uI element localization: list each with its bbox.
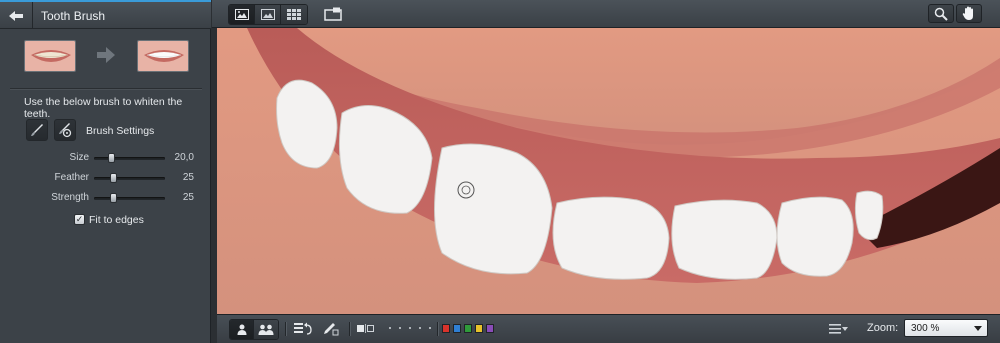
brush-size-dot[interactable] [419, 327, 421, 329]
size-value: 20,0 [174, 152, 194, 163]
before-after-view-icon [234, 9, 249, 20]
fit-to-edges-label[interactable]: Fit to edges [89, 214, 144, 226]
feather-label: Feather [54, 172, 89, 183]
brush-overlay-button[interactable] [321, 319, 341, 338]
pen-icon [324, 322, 339, 335]
undo-list-button[interactable] [293, 319, 313, 338]
hand-icon [962, 6, 973, 20]
strength-label: Strength [51, 192, 89, 203]
size-label: Size [69, 152, 89, 163]
divider [349, 322, 351, 336]
back-button[interactable] [0, 2, 33, 29]
brush-size-dot[interactable] [429, 327, 431, 329]
checkmark-icon: ✓ [75, 214, 84, 224]
mask-toggle-button[interactable] [355, 319, 377, 338]
after-thumbnail[interactable] [137, 40, 189, 72]
zoom-select[interactable]: 300 % [904, 319, 988, 337]
view-mode-group [228, 4, 308, 25]
before-after-view-button[interactable] [229, 5, 255, 24]
fit-to-edges-checkbox[interactable]: ✓ [74, 214, 85, 225]
strength-slider-row: Strength 25 [0, 192, 211, 206]
grid-view-icon [287, 9, 301, 20]
bottom-toolbar: Zoom: 300 % [217, 314, 1000, 343]
divider [285, 322, 287, 336]
mouth-photo [217, 28, 1000, 314]
brush-tool-button[interactable] [26, 119, 48, 141]
zoom-value: 300 % [911, 323, 940, 334]
fit-screen-button[interactable] [320, 4, 346, 23]
feather-slider-thumb[interactable] [110, 173, 117, 183]
zoom-tool-button[interactable] [928, 4, 954, 23]
magnifier-icon [934, 7, 948, 21]
feather-value: 25 [182, 172, 194, 183]
feather-slider-row: Feather 25 [0, 172, 211, 186]
compare-mode-group [229, 319, 279, 340]
divider [10, 88, 202, 90]
persons-icon [258, 324, 274, 335]
brush-settings-label: Brush Settings [86, 125, 155, 137]
strength-value: 25 [182, 192, 194, 203]
arrow-right-icon [96, 46, 116, 69]
brush-size-dot[interactable] [409, 327, 411, 329]
feather-slider[interactable] [94, 173, 165, 183]
strength-slider[interactable] [94, 193, 165, 203]
panel-title: Tooth Brush [41, 9, 106, 23]
fit-screen-icon [324, 7, 342, 21]
color-swatch-red[interactable] [442, 324, 450, 333]
single-view-icon [260, 9, 275, 20]
instruction-text: Use the below brush to whiten the teeth. [24, 96, 183, 120]
undo-list-icon [294, 322, 312, 335]
tooth-brush-panel: Tooth Brush Use the below brush to white… [0, 0, 211, 343]
brush-size-dot[interactable] [399, 327, 401, 329]
single-view-button[interactable] [255, 5, 281, 24]
brush-settings-button[interactable] [54, 119, 76, 141]
grid-view-button[interactable] [281, 5, 307, 24]
brush-icon [31, 124, 43, 136]
divider [437, 322, 439, 336]
panel-header: Tooth Brush [0, 0, 211, 29]
size-slider[interactable] [94, 153, 165, 163]
color-swatch-purple[interactable] [486, 324, 494, 333]
mask-toggle-icon [357, 324, 374, 333]
size-slider-row: Size 20,0 [0, 152, 211, 166]
person-icon [237, 324, 246, 335]
single-person-button[interactable] [230, 320, 254, 339]
top-toolbar [212, 0, 1000, 28]
two-persons-button[interactable] [254, 320, 278, 339]
zoom-label: Zoom: [867, 322, 899, 334]
color-swatch-yellow[interactable] [475, 324, 483, 333]
options-menu-button[interactable] [827, 319, 851, 338]
chevron-down-icon [974, 326, 982, 331]
hand-tool-button[interactable] [956, 4, 982, 23]
menu-lines-icon [829, 323, 848, 334]
before-thumbnail[interactable] [24, 40, 76, 72]
color-swatch-green[interactable] [464, 324, 472, 333]
size-slider-thumb[interactable] [108, 153, 116, 163]
brush-settings-icon [59, 123, 72, 138]
color-swatch-blue[interactable] [453, 324, 461, 333]
brush-size-dot[interactable] [389, 327, 391, 329]
strength-slider-thumb[interactable] [110, 193, 117, 203]
arrow-left-icon [9, 10, 23, 21]
image-canvas[interactable] [217, 28, 1000, 314]
